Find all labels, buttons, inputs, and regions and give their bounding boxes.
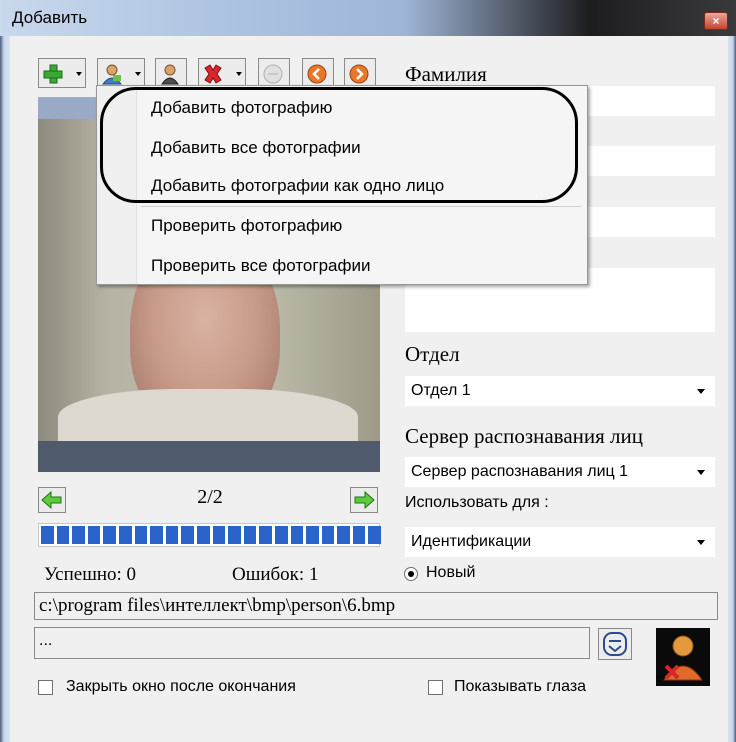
forward-button[interactable] (344, 58, 376, 88)
close-button[interactable]: × (704, 12, 728, 30)
use-for-select[interactable]: Идентификации (405, 527, 715, 557)
menu-separator (141, 206, 581, 207)
progress-segment (150, 526, 163, 544)
collapse-icon (603, 632, 627, 656)
person-delete-icon (663, 635, 703, 681)
window-border-right (728, 36, 736, 742)
back-button[interactable] (302, 58, 334, 88)
delete-menu-button[interactable] (198, 58, 246, 88)
use-for-value: Идентификации (411, 533, 532, 550)
collapse-button[interactable] (598, 628, 632, 660)
orange-right-icon (349, 64, 369, 84)
menu-item-add-as-one-face[interactable]: Добавить фотографии как одно лицо (151, 176, 444, 196)
progress-segment (337, 526, 350, 544)
server-value: Сервер распознавания лиц 1 (411, 463, 629, 480)
progress-segment (56, 526, 70, 544)
gray-circle-icon (263, 64, 283, 84)
close-after-label: Закрыть окно после окончания (66, 678, 296, 695)
progress-segment (259, 526, 272, 544)
progress-segment (368, 526, 382, 544)
surname-label: Фамилия (405, 62, 487, 86)
progress-segment (72, 526, 85, 544)
red-x-icon (204, 64, 222, 84)
window-title: Добавить (12, 8, 88, 27)
green-left-arrow-icon (41, 490, 62, 510)
progress-segment (306, 526, 319, 544)
person-icon (161, 64, 179, 85)
progress-bar (38, 523, 382, 547)
new-radio-label: Новый (426, 564, 476, 581)
progress-segment (87, 526, 101, 544)
department-value: Отдел 1 (411, 382, 471, 399)
menu-item-add-photo[interactable]: Добавить фотографию (151, 98, 332, 118)
add-photo-menu-button[interactable] (97, 58, 145, 88)
progress-segment (181, 526, 194, 544)
progress-segment (212, 526, 226, 544)
progress-segment (165, 526, 179, 544)
menu-item-check-photo[interactable]: Проверить фотографию (151, 216, 342, 236)
menu-item-check-all-photos[interactable]: Проверить все фотографии (151, 256, 370, 276)
previous-photo-button[interactable] (38, 487, 66, 513)
success-count: Успешно: 0 (44, 564, 137, 585)
progress-segment (196, 526, 210, 544)
progress-segment (228, 526, 241, 544)
progress-segment (134, 526, 148, 544)
department-select[interactable]: Отдел 1 (405, 376, 715, 406)
server-label: Сервер распознавания лиц (405, 424, 643, 448)
show-eyes-checkbox[interactable] (428, 680, 443, 695)
delete-person-avatar[interactable] (656, 628, 710, 686)
add-person-button[interactable] (38, 58, 86, 88)
progress-segment (103, 526, 116, 544)
chevron-down-icon (697, 540, 705, 545)
green-right-arrow-icon (354, 490, 375, 510)
next-photo-button[interactable] (350, 487, 378, 513)
use-for-label: Использовать для : (405, 494, 549, 511)
window-border-left (0, 36, 10, 742)
new-radio[interactable] (404, 567, 418, 581)
progress-segment (118, 526, 132, 544)
chevron-down-icon (697, 389, 705, 394)
add-window: Добавить × Фамилия Отдел Отдел 1 Сервер … (0, 0, 736, 742)
photo-counter: 2/2 (197, 486, 223, 508)
menu-gutter (97, 86, 137, 284)
orange-left-icon (307, 64, 327, 84)
progress-segment (290, 526, 304, 544)
title-bar[interactable]: Добавить × (0, 0, 736, 36)
dropdown-arrow-icon (76, 72, 82, 76)
department-label: Отдел (405, 342, 460, 366)
error-count: Ошибок: 1 (232, 564, 319, 585)
person-button[interactable] (155, 58, 187, 88)
disabled-button[interactable] (258, 58, 290, 88)
menu-item-add-all-photos[interactable]: Добавить все фотографии (151, 138, 361, 158)
close-after-checkbox[interactable] (38, 680, 53, 695)
photo-bottom-band (38, 441, 380, 472)
chevron-down-icon (697, 470, 705, 475)
progress-segment (352, 526, 366, 544)
show-eyes-label: Показывать глаза (454, 678, 587, 695)
progress-segment (243, 526, 257, 544)
shirt-shape (58, 389, 358, 441)
status-box: ... (34, 627, 590, 659)
dropdown-arrow-icon (236, 72, 242, 76)
dropdown-arrow-icon (135, 72, 141, 76)
progress-segment (41, 526, 54, 544)
server-select[interactable]: Сервер распознавания лиц 1 (405, 457, 715, 487)
green-plus-icon (43, 64, 63, 84)
add-photo-menu: Добавить фотографию Добавить все фотогра… (96, 85, 588, 285)
progress-segment (274, 526, 288, 544)
progress-segment (321, 526, 335, 544)
file-path: c:\program files\интеллект\bmp\person\6.… (34, 592, 718, 620)
person-photo-icon (101, 64, 123, 85)
